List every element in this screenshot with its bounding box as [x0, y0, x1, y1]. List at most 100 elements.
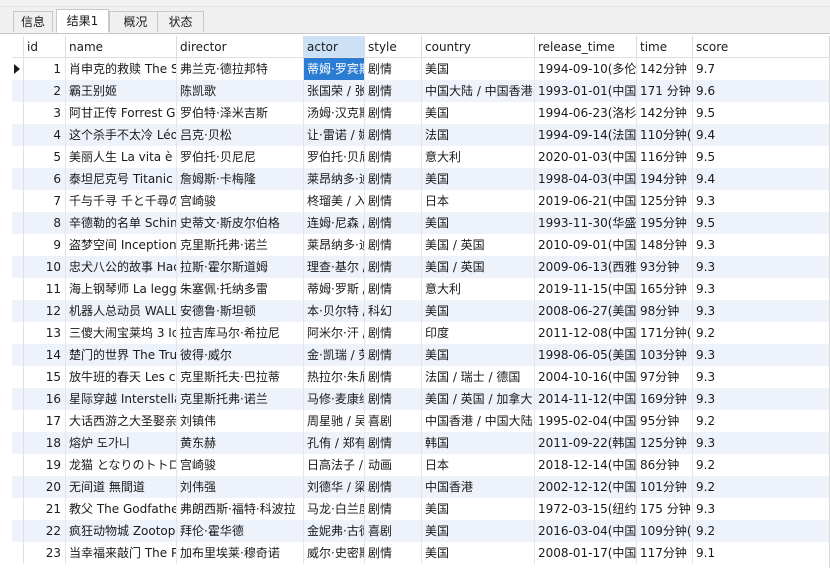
cell-id[interactable]: 11	[24, 278, 66, 300]
cell-time[interactable]: 194分钟	[637, 168, 693, 190]
table-row[interactable]: 10 忠犬八公的故事 Hac 拉斯·霍尔斯道姆 理查·基尔 / 剧情 美国 / 英国 200…	[12, 256, 830, 278]
cell-director[interactable]: 拉斯·霍尔斯道姆	[177, 256, 304, 278]
cell-release-time[interactable]: 2011-09-22(韩国)	[535, 432, 637, 454]
cell-name[interactable]: 忠犬八公的故事 Hac	[66, 256, 177, 278]
cell-actor[interactable]: 让·雷诺 / 娜	[304, 124, 365, 146]
cell-release-time[interactable]: 1998-04-03(中国大	[535, 168, 637, 190]
table-row[interactable]: 4 这个杀手不太冷 Léo 吕克·贝松 让·雷诺 / 娜剧情 法国 1994-09-14(…	[12, 124, 830, 146]
cell-director[interactable]: 吕克·贝松	[177, 124, 304, 146]
cell-name[interactable]: 美丽人生 La vita è b	[66, 146, 177, 168]
row-indicator[interactable]	[12, 212, 24, 234]
cell-time[interactable]: 125分钟	[637, 432, 693, 454]
cell-actor[interactable]: 蒂姆·罗斯 /	[304, 278, 365, 300]
table-row[interactable]: 15 放牛班的春天 Les cl 克里斯托夫·巴拉蒂 热拉尔·朱尼 剧情 法国 / 瑞士 …	[12, 366, 830, 388]
cell-country[interactable]: 美国	[422, 58, 535, 80]
row-indicator[interactable]	[12, 234, 24, 256]
cell-time[interactable]: 93分钟	[637, 256, 693, 278]
cell-actor[interactable]: 罗伯托·贝尼	[304, 146, 365, 168]
cell-id[interactable]: 9	[24, 234, 66, 256]
cell-director[interactable]: 刘伟强	[177, 476, 304, 498]
cell-name[interactable]: 霸王别姬	[66, 80, 177, 102]
table-row[interactable]: 6 泰坦尼克号 Titanic 詹姆斯·卡梅隆 莱昂纳多·迪 剧情 美国 1998-04-0…	[12, 168, 830, 190]
cell-release-time[interactable]: 1972-03-15(纽约首	[535, 498, 637, 520]
cell-score[interactable]: 9.2	[693, 476, 830, 498]
row-indicator[interactable]	[12, 410, 24, 432]
cell-score[interactable]: 9.3	[693, 234, 830, 256]
cell-country[interactable]: 日本	[422, 190, 535, 212]
cell-actor[interactable]: 威尔·史密斯	[304, 542, 365, 564]
row-indicator[interactable]	[12, 256, 24, 278]
row-indicator[interactable]	[12, 80, 24, 102]
row-indicator[interactable]	[12, 146, 24, 168]
row-indicator[interactable]	[12, 454, 24, 476]
cell-time[interactable]: 148分钟	[637, 234, 693, 256]
cell-country[interactable]: 美国	[422, 212, 535, 234]
table-row[interactable]: 7千与千寻 千と千尋の宫崎骏柊瑠美 / 入剧情日本2019-06-21(中国大1…	[12, 190, 830, 212]
cell-id[interactable]: 21	[24, 498, 66, 520]
cell-style[interactable]: 剧情	[365, 476, 422, 498]
cell-name[interactable]: 泰坦尼克号 Titanic	[66, 168, 177, 190]
cell-release-time[interactable]: 2019-11-15(中国大	[535, 278, 637, 300]
cell-name[interactable]: 阿甘正传 Forrest Gu	[66, 102, 177, 124]
cell-release-time[interactable]: 1998-06-05(美国)	[535, 344, 637, 366]
cell-director[interactable]: 弗兰克·德拉邦特	[177, 58, 304, 80]
cell-name[interactable]: 辛德勒的名单 Schin	[66, 212, 177, 234]
cell-time[interactable]: 175 分钟	[637, 498, 693, 520]
cell-style[interactable]: 剧情	[365, 322, 422, 344]
cell-actor[interactable]: 蒂姆·罗宾斯	[304, 58, 365, 80]
cell-release-time[interactable]: 2011-12-08(中国大	[535, 322, 637, 344]
cell-name[interactable]: 盗梦空间 Inception	[66, 234, 177, 256]
cell-director[interactable]: 加布里埃莱·穆奇诺	[177, 542, 304, 564]
cell-actor[interactable]: 连姆·尼森 /	[304, 212, 365, 234]
cell-name[interactable]: 教父 The Godfathe	[66, 498, 177, 520]
cell-score[interactable]: 9.3	[693, 344, 830, 366]
cell-director[interactable]: 弗朗西斯·福特·科波拉	[177, 498, 304, 520]
cell-country[interactable]: 意大利	[422, 146, 535, 168]
result-grid[interactable]: id name director actor style country release_t…	[12, 36, 830, 568]
cell-name[interactable]: 无间道 無間道	[66, 476, 177, 498]
cell-release-time[interactable]: 2019-06-21(中国大	[535, 190, 637, 212]
cell-actor[interactable]: 柊瑠美 / 入	[304, 190, 365, 212]
cell-style[interactable]: 剧情	[365, 212, 422, 234]
table-row[interactable]: 2 霸王别姬 陈凯歌 张国荣 / 张剧情 中国大陆 / 中国香港 1993-01-01(中…	[12, 80, 830, 102]
cell-style[interactable]: 动画	[365, 454, 422, 476]
cell-id[interactable]: 5	[24, 146, 66, 168]
cell-country[interactable]: 美国	[422, 300, 535, 322]
cell-actor[interactable]: 周星驰 / 吴	[304, 410, 365, 432]
cell-director[interactable]: 彼得·威尔	[177, 344, 304, 366]
row-indicator[interactable]	[12, 58, 24, 80]
cell-director[interactable]: 宫崎骏	[177, 190, 304, 212]
cell-time[interactable]: 97分钟	[637, 366, 693, 388]
cell-id[interactable]: 6	[24, 168, 66, 190]
cell-actor[interactable]: 刘德华 / 梁	[304, 476, 365, 498]
table-row[interactable]: 21 教父 The Godfathe 弗朗西斯·福特·科波拉 马龙·白兰度 剧情 美国 19…	[12, 498, 830, 520]
column-header-id[interactable]: id	[24, 36, 66, 58]
tab-overview[interactable]: 概况	[109, 11, 162, 32]
cell-actor[interactable]: 理查·基尔 /	[304, 256, 365, 278]
cell-country[interactable]: 美国 / 英国 / 加拿大	[422, 388, 535, 410]
cell-time[interactable]: 142分钟	[637, 102, 693, 124]
cell-time[interactable]: 109分钟(	[637, 520, 693, 542]
row-indicator[interactable]	[12, 190, 24, 212]
cell-actor[interactable]: 日高法子 /	[304, 454, 365, 476]
cell-style[interactable]: 剧情	[365, 234, 422, 256]
cell-score[interactable]: 9.3	[693, 278, 830, 300]
row-indicator[interactable]	[12, 432, 24, 454]
cell-id[interactable]: 12	[24, 300, 66, 322]
cell-country[interactable]: 中国大陆 / 中国香港	[422, 80, 535, 102]
cell-director[interactable]: 拜伦·霍华德	[177, 520, 304, 542]
tab-info[interactable]: 信息	[13, 11, 53, 32]
cell-time[interactable]: 117分钟	[637, 542, 693, 564]
cell-id[interactable]: 22	[24, 520, 66, 542]
cell-time[interactable]: 98分钟	[637, 300, 693, 322]
cell-style[interactable]: 剧情	[365, 432, 422, 454]
cell-country[interactable]: 法国 / 瑞士 / 德国	[422, 366, 535, 388]
cell-release-time[interactable]: 2014-11-12(中国大	[535, 388, 637, 410]
cell-time[interactable]: 165分钟	[637, 278, 693, 300]
cell-actor[interactable]: 莱昂纳多·迪	[304, 234, 365, 256]
cell-name[interactable]: 龙猫 となりのトトロ	[66, 454, 177, 476]
column-header-time[interactable]: time	[637, 36, 693, 58]
cell-actor[interactable]: 金妮弗·古德	[304, 520, 365, 542]
cell-style[interactable]: 剧情	[365, 190, 422, 212]
cell-style[interactable]: 剧情	[365, 256, 422, 278]
